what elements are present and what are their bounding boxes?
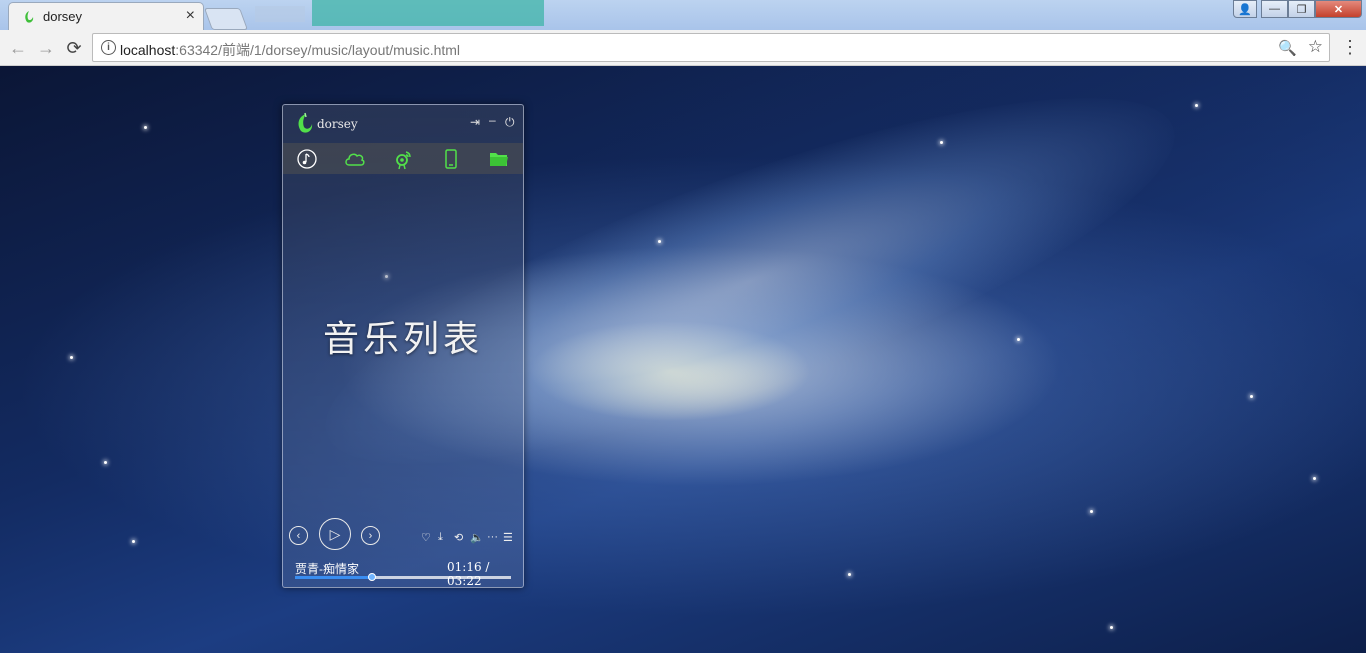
- tab-title: dorsey: [43, 9, 83, 24]
- more-icon[interactable]: ···: [487, 531, 498, 543]
- page-background: [0, 66, 1366, 653]
- star: [1017, 338, 1020, 341]
- url-path: :63342/前端/1/dorsey/music/layout/music.ht…: [175, 42, 461, 58]
- window-close-button[interactable]: ✕: [1315, 0, 1362, 18]
- star: [1090, 510, 1093, 513]
- minimize-icon[interactable]: –: [489, 113, 496, 127]
- star: [848, 573, 851, 576]
- info-icon[interactable]: i: [101, 40, 116, 55]
- back-button[interactable]: ←: [6, 36, 30, 60]
- new-tab-button[interactable]: [203, 8, 249, 30]
- heart-icon[interactable]: ♡: [421, 531, 431, 544]
- leaf-logo-icon: [298, 112, 313, 133]
- folder-icon[interactable]: [487, 147, 511, 171]
- reload-button[interactable]: ⟳: [62, 36, 86, 60]
- window-maximize-button[interactable]: ❐: [1288, 0, 1315, 18]
- player-header: dorsey ⇥ – ⏻: [283, 105, 523, 143]
- radio-icon[interactable]: [391, 147, 415, 171]
- exit-icon[interactable]: ⇥: [470, 115, 480, 129]
- star: [658, 240, 661, 243]
- star: [1110, 626, 1113, 629]
- player-brand: dorsey: [317, 117, 358, 131]
- music-note-icon[interactable]: [295, 147, 319, 171]
- url-host: localhost: [120, 42, 176, 58]
- forward-button[interactable]: →: [34, 36, 58, 60]
- tab-close-icon[interactable]: ×: [186, 7, 195, 25]
- player-nav: [283, 143, 523, 174]
- leaf-favicon-icon: [25, 11, 34, 23]
- progress-knob[interactable]: [367, 573, 376, 581]
- star: [1250, 395, 1253, 398]
- blurred-tab[interactable]: [312, 0, 544, 26]
- star: [144, 126, 147, 129]
- play-button[interactable]: ▷: [319, 518, 351, 550]
- playlist-icon[interactable]: ☰: [503, 531, 513, 544]
- zoom-icon[interactable]: 🔍: [1278, 39, 1297, 57]
- star: [940, 141, 943, 144]
- address-bar[interactable]: i localhost:63342/前端/1/dorsey/music/layo…: [92, 33, 1330, 62]
- user-icon[interactable]: 👤: [1233, 0, 1257, 18]
- song-title: 贾青-痴情家: [295, 562, 359, 576]
- volume-icon[interactable]: 🔈: [470, 531, 484, 544]
- browser-titlebar: dorsey × 👤 — ❐ ✕: [0, 0, 1366, 30]
- repeat-icon[interactable]: ⟲: [454, 531, 463, 544]
- url-text[interactable]: localhost:63342/前端/1/dorsey/music/layout…: [120, 40, 460, 60]
- bookmark-star-icon[interactable]: ☆: [1308, 37, 1323, 57]
- download-icon[interactable]: ⤓: [438, 531, 443, 544]
- music-list-title: 音乐列表: [322, 319, 483, 360]
- star: [104, 461, 107, 464]
- play-time: 01:16 / 03:22: [447, 560, 490, 588]
- browser-tab[interactable]: dorsey ×: [8, 2, 204, 30]
- progress-fill: [295, 576, 372, 579]
- prev-button[interactable]: ‹: [289, 526, 308, 545]
- music-player: dorsey ⇥ – ⏻ 音乐列表 ‹ ▷ › ♡ ⤓ ⟲ 🔈 ··· ☰ 贾青…: [282, 104, 524, 588]
- blurred-tab[interactable]: [255, 6, 305, 22]
- browser-toolbar: ← → ⟳ i localhost:63342/前端/1/dorsey/musi…: [0, 30, 1366, 66]
- star: [132, 540, 135, 543]
- next-button[interactable]: ›: [361, 526, 380, 545]
- cloud-icon[interactable]: [343, 147, 367, 171]
- star: [1195, 104, 1198, 107]
- phone-icon[interactable]: [439, 147, 463, 171]
- star: [70, 356, 73, 359]
- progress-bar[interactable]: [295, 573, 511, 581]
- power-icon[interactable]: ⏻: [505, 115, 515, 130]
- browser-menu-icon[interactable]: ⋮: [1341, 37, 1359, 57]
- star: [1313, 477, 1316, 480]
- window-minimize-button[interactable]: —: [1261, 0, 1288, 18]
